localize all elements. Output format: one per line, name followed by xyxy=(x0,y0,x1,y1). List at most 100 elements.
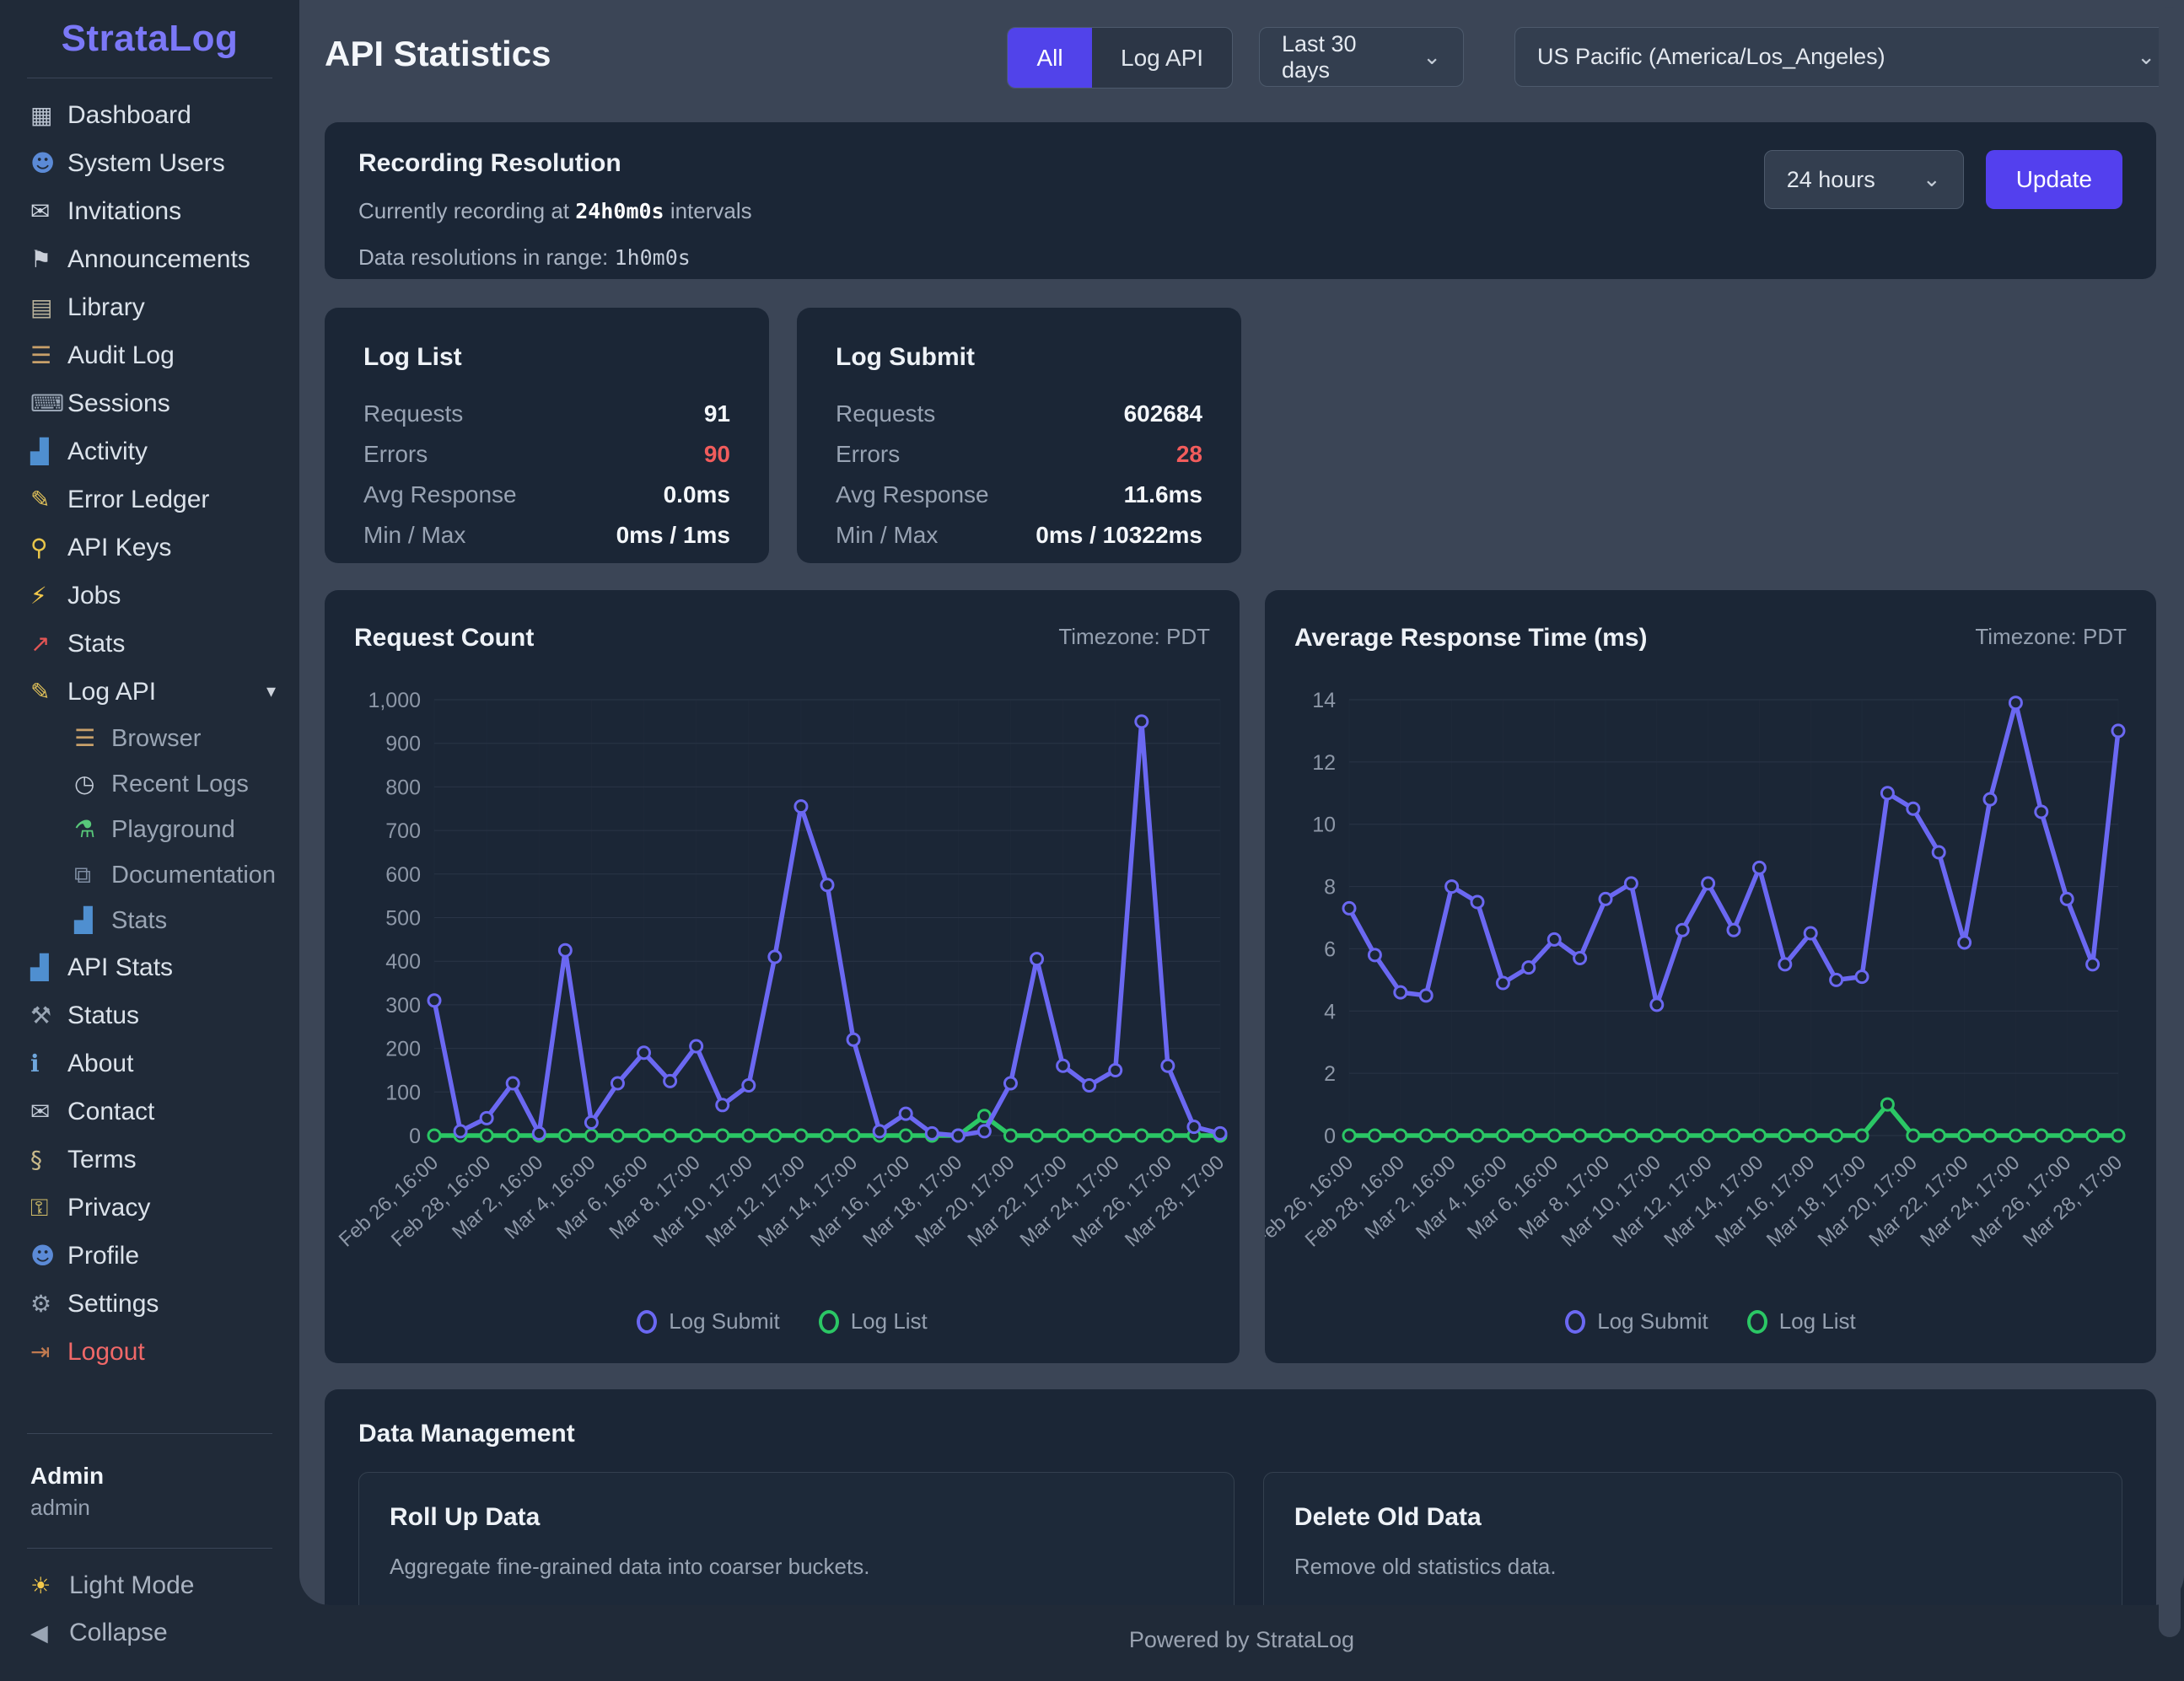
sidebar-item-dashboard[interactable]: ▦Dashboard xyxy=(0,91,299,139)
chart-legend: Log Submit Log List xyxy=(325,1308,1240,1335)
sidebar-item-label: Terms xyxy=(67,1146,137,1174)
monitor-icon: ⌨ xyxy=(30,392,67,416)
scrollbar-thumb[interactable] xyxy=(2159,7,2181,1637)
resolution-select[interactable]: 24 hours ⌄ xyxy=(1764,150,1964,209)
svg-text:200: 200 xyxy=(385,1038,421,1061)
sidebar-item-label: Profile xyxy=(67,1242,139,1270)
clipboard-icon: ☰ xyxy=(30,344,67,368)
sidebar-item-log-api[interactable]: ✎Log API▾ xyxy=(0,668,299,716)
chevron-down-icon: ⌄ xyxy=(1406,45,1441,70)
door-icon: ⇥ xyxy=(30,1340,67,1364)
sidebar-item-settings[interactable]: ⚙Settings xyxy=(0,1280,299,1328)
tab-log-api[interactable]: Log API xyxy=(1092,28,1232,88)
svg-text:12: 12 xyxy=(1312,751,1336,775)
tab-all[interactable]: All xyxy=(1008,28,1092,88)
sidebar-item-terms[interactable]: §Terms xyxy=(0,1136,299,1184)
sidebar-item-invitations[interactable]: ✉Invitations xyxy=(0,187,299,235)
powered-by-footer: Powered by StrataLog xyxy=(299,1627,2184,1653)
sidebar-item-api-keys[interactable]: ⚲API Keys xyxy=(0,524,299,572)
sidebar-item-label: About xyxy=(67,1050,133,1078)
stat-row: Avg Response0.0ms xyxy=(363,475,730,515)
svg-text:6: 6 xyxy=(1324,937,1336,961)
date-range-select[interactable]: Last 30 days ⌄ xyxy=(1259,27,1464,87)
sidebar-item-log-api-stats[interactable]: ▟Stats xyxy=(0,898,299,943)
sidebar-nav: ▦Dashboard☻System Users✉Invitations⚑Anno… xyxy=(0,91,299,1376)
sidebar-item-about[interactable]: ℹAbout xyxy=(0,1039,299,1088)
sidebar-item-label: Logout xyxy=(67,1338,145,1367)
sidebar-item-log-api-playground[interactable]: ⚗Playground xyxy=(0,807,299,852)
delete-old-title: Delete Old Data xyxy=(1294,1503,2091,1532)
sidebar-item-privacy[interactable]: ⚿Privacy xyxy=(0,1184,299,1232)
sidebar-item-jobs[interactable]: ⚡Jobs xyxy=(0,572,299,620)
sidebar-item-profile[interactable]: ☻Profile xyxy=(0,1232,299,1280)
stat-value: 0.0ms xyxy=(664,481,730,508)
legend-item-log-submit[interactable]: Log Submit xyxy=(637,1308,780,1335)
roll-up-title: Roll Up Data xyxy=(390,1503,1203,1532)
update-button[interactable]: Update xyxy=(1986,150,2122,209)
sidebar-item-log-api-browser[interactable]: ☰Browser xyxy=(0,716,299,761)
chart-timezone-note: Timezone: PDT xyxy=(1058,624,1210,653)
svg-text:10: 10 xyxy=(1312,814,1336,837)
sidebar-item-label: API Stats xyxy=(67,953,173,982)
page-title: API Statistics xyxy=(325,34,551,74)
gear-icon: ⚙ xyxy=(30,1292,67,1316)
user-username: admin xyxy=(0,1490,299,1521)
chart-legend: Log Submit Log List xyxy=(1265,1308,2156,1335)
sidebar-item-log-api-documentation[interactable]: ⧉Documentation xyxy=(0,852,299,898)
sidebar-collapse-button[interactable]: ◀ Collapse xyxy=(0,1609,299,1657)
sidebar-item-label: Settings xyxy=(67,1290,159,1318)
sidebar-item-activity[interactable]: ▟Activity xyxy=(0,427,299,475)
sidebar-item-audit-log[interactable]: ☰Audit Log xyxy=(0,331,299,379)
sidebar-item-system-users[interactable]: ☻System Users xyxy=(0,139,299,187)
stat-value: 11.6ms xyxy=(1124,481,1202,508)
theme-toggle-light-mode[interactable]: ☀ Light Mode xyxy=(0,1562,299,1609)
sidebar-item-contact[interactable]: ✉Contact xyxy=(0,1088,299,1136)
test-tube-icon: ⚗ xyxy=(74,818,111,841)
sidebar-item-announcements[interactable]: ⚑Announcements xyxy=(0,235,299,283)
svg-text:1,000: 1,000 xyxy=(368,689,421,712)
legend-item-log-list[interactable]: Log List xyxy=(1747,1308,1856,1335)
sidebar-item-api-stats[interactable]: ▟API Stats xyxy=(0,943,299,991)
lightning-icon: ⚡ xyxy=(30,584,67,608)
envelope-icon: ✉ xyxy=(30,200,67,223)
scroll-icon: § xyxy=(30,1148,67,1172)
sidebar-item-label: Stats xyxy=(111,907,167,935)
sidebar-item-error-ledger[interactable]: ✎Error Ledger xyxy=(0,475,299,524)
svg-text:700: 700 xyxy=(385,819,421,843)
svg-text:2: 2 xyxy=(1324,1062,1336,1086)
stat-label: Requests xyxy=(836,400,935,427)
stat-value: 90 xyxy=(704,441,730,468)
sun-icon: ☀ xyxy=(30,1573,69,1599)
sidebar-item-sessions[interactable]: ⌨Sessions xyxy=(0,379,299,427)
sidebar-item-log-api-recent-logs[interactable]: ◷Recent Logs xyxy=(0,761,299,807)
sidebar-item-logout[interactable]: ⇥Logout xyxy=(0,1328,299,1376)
memo-pencil-icon: ✎ xyxy=(30,488,67,512)
roll-up-data-card: Roll Up Data Aggregate fine-grained data… xyxy=(358,1472,1235,1605)
timezone-select[interactable]: US Pacific (America/Los_Angeles) ⌄ xyxy=(1514,27,2178,87)
data-management-title: Data Management xyxy=(358,1420,2122,1448)
legend-item-log-list[interactable]: Log List xyxy=(819,1308,928,1335)
sidebar: StrataLog ▦Dashboard☻System Users✉Invita… xyxy=(0,0,299,1681)
delete-old-description: Remove old statistics data. xyxy=(1294,1554,2091,1580)
stat-label: Avg Response xyxy=(836,481,989,508)
stat-label: Min / Max xyxy=(363,522,465,549)
svg-text:900: 900 xyxy=(385,733,421,756)
legend-item-log-submit[interactable]: Log Submit xyxy=(1565,1308,1708,1335)
bar-chart-icon: ▟ xyxy=(30,440,67,464)
sidebar-item-library[interactable]: ▤Library xyxy=(0,283,299,331)
sidebar-item-label: Status xyxy=(67,1002,139,1030)
stat-rows: Requests602684Errors28Avg Response11.6ms… xyxy=(836,394,1202,556)
theme-toggle-label: Light Mode xyxy=(69,1571,194,1600)
roll-up-description: Aggregate fine-grained data into coarser… xyxy=(390,1554,1203,1580)
svg-text:4: 4 xyxy=(1324,1000,1336,1023)
stat-card-title: Log Submit xyxy=(836,343,1202,372)
stat-value: 0ms / 1ms xyxy=(616,522,730,549)
sidebar-item-status[interactable]: ⚒Status xyxy=(0,991,299,1039)
sidebar-item-label: Error Ledger xyxy=(67,486,209,514)
sidebar-item-stats[interactable]: ↗Stats xyxy=(0,620,299,668)
app-brand: StrataLog xyxy=(0,0,299,78)
sidebar-item-label: API Keys xyxy=(67,534,171,562)
svg-text:100: 100 xyxy=(385,1081,421,1104)
timezone-value: US Pacific (America/Los_Angeles) xyxy=(1537,44,1885,70)
chart-title: Average Response Time (ms) xyxy=(1294,624,1648,653)
